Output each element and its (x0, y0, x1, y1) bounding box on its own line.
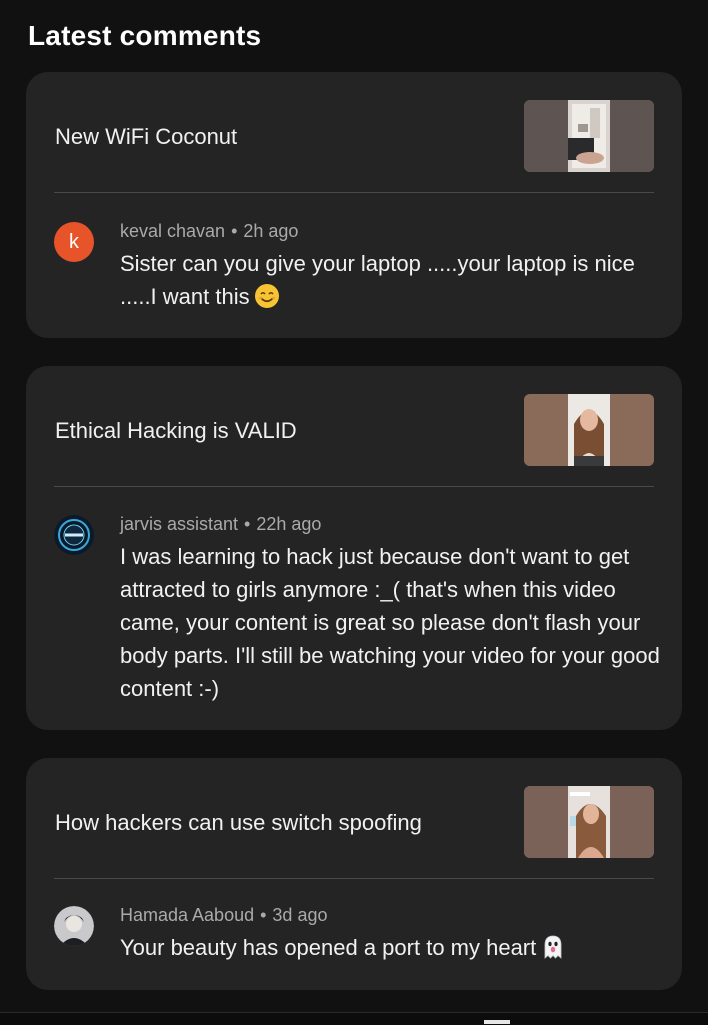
comment-card[interactable]: Ethical Hacking is VALID jarvis assistan… (26, 366, 682, 730)
comment-meta: keval chavan • 2h ago (120, 221, 298, 242)
separator-dot: • (260, 905, 267, 925)
comment-text: Sister can you give your laptop .....you… (120, 247, 660, 313)
video-header[interactable]: New WiFi Coconut (26, 72, 682, 192)
smiling-face-icon (254, 283, 280, 309)
video-thumbnail[interactable] (524, 786, 654, 858)
video-header[interactable]: Ethical Hacking is VALID (26, 366, 682, 486)
comment-time: 22h ago (256, 514, 322, 534)
nav-indicator (484, 1020, 510, 1024)
avatar[interactable] (54, 906, 94, 946)
video-thumbnail[interactable] (524, 100, 654, 172)
video-header[interactable]: How hackers can use switch spoofing (26, 758, 682, 878)
comment-time: 2h ago (243, 221, 299, 241)
comment-meta: Hamada Aaboud • 3d ago (120, 905, 327, 926)
comment-time: 3d ago (272, 905, 328, 925)
video-title[interactable]: Ethical Hacking is VALID (55, 418, 297, 444)
avatar-letter: k (69, 230, 79, 253)
section-title: Latest comments (28, 20, 262, 51)
avatar-image (54, 515, 94, 555)
divider (54, 486, 654, 487)
comment-card[interactable]: How hackers can use switch spoofing Hama… (26, 758, 682, 990)
comment-body: Sister can you give your laptop .....you… (120, 251, 635, 309)
comment-body: I was learning to hack just because don'… (120, 544, 660, 701)
video-title[interactable]: How hackers can use switch spoofing (55, 810, 422, 836)
video-thumbnail[interactable] (524, 394, 654, 466)
avatar-image (54, 906, 94, 946)
separator-dot: • (231, 221, 238, 241)
comment-body: Your beauty has opened a port to my hear… (120, 935, 537, 960)
divider (54, 192, 654, 193)
comment-author[interactable]: keval chavan (120, 221, 225, 241)
avatar[interactable] (54, 515, 94, 555)
avatar[interactable]: k (54, 222, 94, 262)
comment-meta: jarvis assistant • 22h ago (120, 514, 321, 535)
video-thumbnail-image (524, 786, 654, 858)
comment-author[interactable]: jarvis assistant (120, 514, 238, 534)
ghost-icon (540, 934, 566, 960)
bottom-nav-bar (0, 1012, 708, 1025)
comment-card[interactable]: New WiFi Coconut k keval chavan • 2h ago S… (26, 72, 682, 338)
comment-text: Your beauty has opened a port to my hear… (120, 931, 660, 964)
video-thumbnail-image (524, 100, 654, 172)
comment-author[interactable]: Hamada Aaboud (120, 905, 254, 925)
separator-dot: • (244, 514, 251, 534)
divider (54, 878, 654, 879)
comment-text: I was learning to hack just because don'… (120, 540, 668, 705)
video-title[interactable]: New WiFi Coconut (55, 124, 237, 150)
video-thumbnail-image (524, 394, 654, 466)
